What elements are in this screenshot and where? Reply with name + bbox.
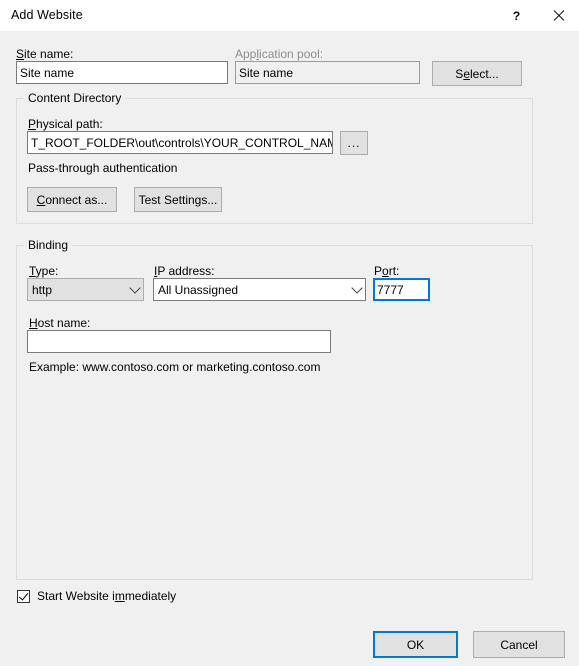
site-name-label: Site name:: [16, 47, 74, 61]
type-combobox-value: http: [32, 282, 53, 297]
close-button[interactable]: [536, 0, 579, 31]
window-title: Add Website: [11, 8, 83, 22]
connect-as-button[interactable]: Connect as...: [27, 187, 117, 212]
ip-address-combobox-value: All Unassigned: [158, 282, 239, 297]
title-bar: Add Website ?: [0, 0, 579, 31]
test-settings-button[interactable]: Test Settin g s...: [134, 187, 222, 212]
port-label: Port:: [374, 264, 400, 278]
binding-group-title: Binding: [24, 238, 73, 252]
application-pool-label: Application pool:: [235, 47, 324, 61]
start-website-checkbox[interactable]: [17, 589, 30, 603]
host-name-label: Host name:: [29, 316, 91, 330]
physical-path-input[interactable]: [27, 131, 333, 154]
passthrough-authentication-label: Pass-through authentication: [28, 161, 178, 175]
cancel-button[interactable]: Cancel: [473, 631, 565, 658]
ok-button[interactable]: OK: [373, 631, 458, 658]
select-app-pool-button[interactable]: Se lect...: [432, 61, 522, 86]
ip-address-combobox[interactable]: All Unassigned: [153, 278, 366, 301]
question-mark-icon: ?: [512, 8, 521, 23]
chevron-down-icon: [348, 282, 365, 295]
content-directory-group-title: Content Directory: [24, 91, 126, 105]
start-website-immediately-row[interactable]: Start Website immediately: [17, 589, 176, 603]
site-name-input[interactable]: [16, 61, 228, 84]
start-website-label: Start Website immediately: [37, 589, 177, 603]
type-combobox[interactable]: http: [27, 278, 144, 301]
application-pool-input: [235, 61, 420, 84]
host-name-input[interactable]: [27, 330, 331, 353]
type-label: Type:: [29, 264, 59, 278]
chevron-down-icon: [126, 282, 143, 295]
ip-address-label: IP address:: [154, 264, 215, 278]
help-button[interactable]: ?: [494, 0, 539, 31]
port-input[interactable]: [373, 278, 430, 301]
host-name-example-label: Example: www.contoso.com or marketing.co…: [29, 360, 321, 374]
browse-physical-path-button[interactable]: ...: [340, 131, 368, 155]
close-icon: [552, 9, 565, 22]
physical-path-label: Physical path:: [28, 117, 103, 131]
